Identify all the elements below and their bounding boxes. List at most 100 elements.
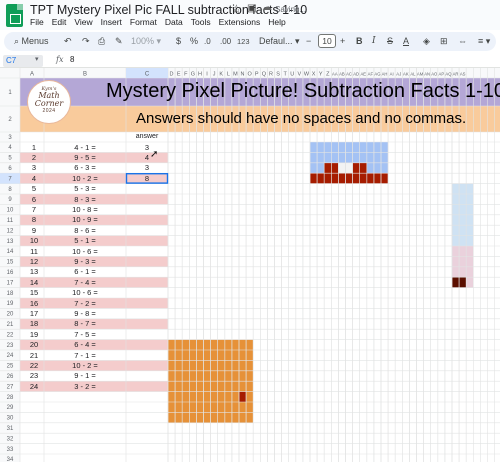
row-header-17[interactable]: 17 [7,280,14,286]
row-header-24[interactable]: 24 [7,353,14,359]
row-header-20[interactable]: 20 [7,312,14,318]
column-header-n[interactable]: N [241,72,245,78]
column-header-am[interactable]: AM [417,72,424,77]
column-header-m[interactable]: M [233,72,238,78]
paint-format-icon[interactable]: ✎ [115,35,123,48]
column-header-g[interactable]: G [191,72,195,78]
menu-insert[interactable]: Insert [101,17,122,29]
borders-icon[interactable]: ⊞ [440,35,448,48]
answer-input-cell[interactable]: 4 [126,153,168,163]
column-header-ao[interactable]: AO [431,72,438,77]
problem-text-cell[interactable]: 9 - 5 = [44,153,126,163]
chevron-down-icon[interactable]: ▾ [35,55,39,63]
column-header-e[interactable]: E [177,72,181,78]
percent-format-button[interactable]: % [190,35,198,48]
decrease-decimal-button[interactable]: .0 [204,35,211,48]
column-header-af[interactable]: AF [368,72,374,77]
problem-text-cell[interactable]: 6 - 3 = [44,163,126,173]
problem-text-cell[interactable]: 8 - 6 = [44,226,126,236]
row-header-11[interactable]: 11 [7,218,14,224]
column-header-h[interactable]: H [198,72,202,78]
row-header-26[interactable]: 26 [7,374,14,380]
menu-format[interactable]: Format [130,17,157,29]
column-header-aj[interactable]: AJ [396,72,401,77]
row-header-13[interactable]: 13 [7,239,14,245]
row-header-32[interactable]: 32 [7,436,14,442]
row-header-27[interactable]: 27 [7,384,14,390]
increase-font-size-button[interactable]: + [340,35,345,48]
column-header-d[interactable]: D [170,72,174,78]
problem-text-cell[interactable]: 6 - 4 = [44,340,126,350]
problem-text-cell[interactable]: 7 - 5 = [44,330,126,340]
column-header-ap[interactable]: AP [439,72,445,77]
column-header-o[interactable]: O [248,72,253,78]
row-header-23[interactable]: 23 [7,343,14,349]
more-formats-button[interactable]: 123 [237,35,250,48]
strikethrough-button[interactable]: S [387,35,393,48]
italic-button[interactable]: I [372,35,376,48]
problem-text-cell[interactable]: 8 - 3 = [44,195,126,205]
row-header-19[interactable]: 19 [7,301,14,307]
row-header-25[interactable]: 25 [7,364,14,370]
column-header-j[interactable]: J [213,72,216,78]
problem-text-cell[interactable]: 9 - 1 = [44,371,126,381]
text-color-button[interactable]: A [403,35,409,48]
star-icon[interactable]: ☆ [231,2,242,16]
column-header-ah[interactable]: AH [382,72,388,77]
row-header-14[interactable]: 14 [7,249,14,255]
column-header-ae[interactable]: AE [360,72,366,77]
undo-icon[interactable]: ↶ [64,35,72,48]
column-header-ar[interactable]: AR [453,72,459,77]
row-header-29[interactable]: 29 [7,405,14,411]
increase-decimal-button[interactable]: .00 [220,35,231,48]
column-header-al[interactable]: AL [410,72,416,77]
column-header-c-selected[interactable]: C [145,72,150,78]
row-header-31[interactable]: 31 [7,426,14,432]
problem-text-cell[interactable]: 7 - 2 = [44,299,126,309]
problem-text-cell[interactable]: 10 - 6 = [44,247,126,257]
menu-view[interactable]: View [74,17,92,29]
fill-color-icon[interactable]: ◈ [423,35,430,48]
column-header-ai[interactable]: AI [390,72,394,77]
search-menus-button[interactable]: ⌕ Menus [14,35,49,48]
decrease-font-size-button[interactable]: − [306,35,311,48]
formula-input[interactable]: 8 [70,55,74,64]
problem-text-cell[interactable]: 10 - 6 = [44,288,126,298]
column-header-v[interactable]: V [298,72,302,78]
problem-text-cell[interactable]: 10 - 2 = [44,174,126,184]
row-header-22[interactable]: 22 [7,332,14,338]
column-header-ak[interactable]: AK [403,72,409,77]
spreadsheet-grid[interactable]: ABCDEFGHIJKLMNOPQRSTUVWXYZAAABACADAEAFAG… [0,68,500,462]
column-header-ag[interactable]: AG [374,72,380,77]
problem-text-cell[interactable]: 10 - 2 = [44,361,126,371]
column-header-aa[interactable]: AA [332,72,338,77]
problem-text-cell[interactable]: 4 - 1 = [44,143,126,153]
merge-cells-icon[interactable]: ⇔ [458,35,467,48]
menu-edit[interactable]: Edit [52,17,67,29]
menu-tools[interactable]: Tools [191,17,211,29]
column-header-s[interactable]: S [276,72,280,78]
menu-data[interactable]: Data [165,17,183,29]
problem-text-cell[interactable]: 10 - 8 = [44,205,126,215]
menu-file[interactable]: File [30,17,44,29]
font-select[interactable]: Defaul... ▾ [259,35,300,48]
column-header-w[interactable]: W [304,72,310,78]
problem-text-cell[interactable]: 10 - 9 = [44,215,126,225]
column-header-l[interactable]: L [227,72,230,78]
problem-text-cell[interactable]: 9 - 8 = [44,309,126,319]
problem-text-cell[interactable]: 9 - 3 = [44,257,126,267]
font-size-input[interactable]: 10 [318,34,336,48]
row-header-10[interactable]: 10 [7,208,14,214]
column-header-u[interactable]: U [290,72,294,78]
bold-button[interactable]: B [356,35,363,48]
redo-icon[interactable]: ↷ [82,35,90,48]
answer-input-cell[interactable]: 8 [126,174,168,184]
zoom-select[interactable]: 100% ▾ [131,35,161,48]
menu-help[interactable]: Help [268,17,285,29]
column-header-an[interactable]: AN [424,72,430,77]
row-header-34[interactable]: 34 [7,457,14,462]
problem-text-cell[interactable]: 3 - 2 = [44,382,126,392]
column-header-ab[interactable]: AB [339,72,345,77]
move-folder-icon[interactable]: ▣ [247,3,256,14]
column-header-p[interactable]: P [255,72,259,78]
